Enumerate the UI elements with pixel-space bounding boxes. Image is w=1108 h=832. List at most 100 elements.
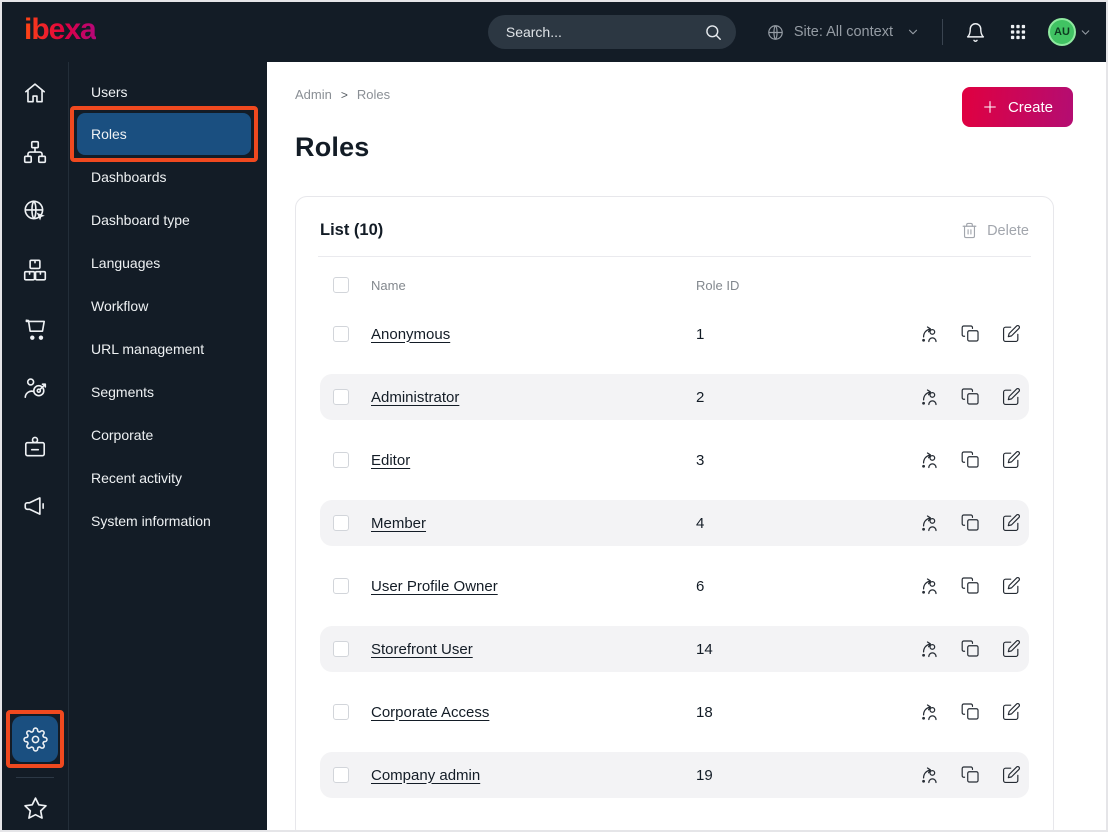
row-actions	[919, 765, 1023, 785]
breadcrumb-item[interactable]: Admin	[295, 87, 332, 102]
assign-users-button[interactable]	[919, 450, 939, 470]
sidebar-item-commerce[interactable]	[22, 316, 48, 342]
table-row: Corporate Access 18	[320, 689, 1029, 735]
assign-users-button[interactable]	[919, 324, 939, 344]
table-row: Administrator 2	[320, 374, 1029, 420]
breadcrumb-item[interactable]: Roles	[332, 87, 390, 102]
role-name-link[interactable]: Administrator	[371, 389, 696, 406]
row-checkbox[interactable]	[333, 704, 349, 720]
role-id-value: 6	[696, 577, 705, 595]
assign-user-icon	[919, 576, 939, 596]
role-name-link[interactable]: Storefront User	[371, 641, 696, 658]
notifications-bell-button[interactable]	[961, 18, 990, 47]
row-checkbox[interactable]	[333, 326, 349, 342]
sidebar-menu-item[interactable]: Workflow	[69, 284, 267, 327]
role-name-link[interactable]: Member	[371, 515, 696, 532]
role-name-link[interactable]: Editor	[371, 452, 696, 469]
sidebar-item-marketing[interactable]	[22, 493, 48, 519]
edit-role-button[interactable]	[1002, 387, 1021, 407]
copy-role-button[interactable]	[961, 387, 980, 407]
copy-icon	[961, 450, 980, 470]
avatar: AU	[1048, 18, 1076, 46]
table-row: User Profile Owner 6	[320, 563, 1029, 609]
main-content: AdminRoles Create Roles List (10) Delete	[267, 62, 1106, 830]
breadcrumb: AdminRoles	[295, 87, 1054, 102]
copy-role-button[interactable]	[961, 513, 980, 533]
assign-users-button[interactable]	[919, 639, 939, 659]
user-menu[interactable]: AU	[1048, 18, 1092, 46]
main-icon-rail	[2, 62, 69, 830]
row-checkbox[interactable]	[333, 641, 349, 657]
row-checkbox[interactable]	[333, 767, 349, 783]
assign-users-button[interactable]	[919, 576, 939, 596]
assign-users-button[interactable]	[919, 513, 939, 533]
assign-users-button[interactable]	[919, 702, 939, 722]
edit-role-button[interactable]	[1002, 450, 1021, 470]
sidebar-menu-item[interactable]: Segments	[69, 370, 267, 413]
sidebar-item-personalization[interactable]	[22, 375, 48, 401]
select-all-checkbox[interactable]	[333, 277, 349, 293]
edit-role-button[interactable]	[1002, 639, 1021, 659]
copy-icon	[961, 765, 980, 785]
role-id-value: 2	[696, 388, 705, 406]
copy-role-button[interactable]	[961, 450, 980, 470]
edit-role-button[interactable]	[1002, 513, 1021, 533]
edit-pencil-icon	[1002, 513, 1021, 533]
row-actions	[919, 450, 1023, 470]
search-input[interactable]	[487, 15, 736, 49]
site-context-label: Site: All context	[793, 24, 893, 40]
sidebar-menu-item[interactable]: Dashboard type	[69, 198, 267, 241]
roles-list-card: List (10) Delete Name Role ID Anonymous …	[295, 196, 1054, 830]
edit-role-button[interactable]	[1002, 576, 1021, 596]
copy-role-button[interactable]	[961, 639, 980, 659]
table-row: Company admin 19	[320, 752, 1029, 798]
copy-role-button[interactable]	[961, 324, 980, 344]
sidebar-item-site[interactable]	[22, 198, 48, 224]
assign-users-button[interactable]	[919, 765, 939, 785]
row-actions	[919, 639, 1023, 659]
assign-user-icon	[919, 702, 939, 722]
edit-role-button[interactable]	[1002, 765, 1021, 785]
table-row: Editor 3	[320, 437, 1029, 483]
table-row: Member 4	[320, 500, 1029, 546]
row-checkbox[interactable]	[333, 389, 349, 405]
sidebar-menu-item[interactable]: URL management	[69, 327, 267, 370]
app-switcher-button[interactable]	[1004, 18, 1032, 46]
edit-role-button[interactable]	[1002, 702, 1021, 722]
sidebar-menu-item[interactable]: Recent activity	[69, 456, 267, 499]
home-icon	[22, 80, 48, 106]
site-context-selector[interactable]: Site: All context	[766, 23, 920, 42]
copy-role-button[interactable]	[961, 702, 980, 722]
sidebar-item-products[interactable]	[22, 257, 48, 283]
row-actions	[919, 702, 1023, 722]
sidebar-item-home[interactable]	[22, 80, 48, 106]
app-window: ibexa Site: All context	[0, 0, 1108, 832]
role-name-link[interactable]: User Profile Owner	[371, 578, 696, 595]
assign-users-button[interactable]	[919, 387, 939, 407]
delete-button[interactable]: Delete	[961, 222, 1029, 239]
rail-divider	[16, 777, 54, 778]
sidebar-item-admin-settings[interactable]	[6, 710, 64, 768]
row-checkbox[interactable]	[333, 515, 349, 531]
role-name-link[interactable]: Corporate Access	[371, 704, 696, 721]
sidebar-menu-item[interactable]: Roles	[70, 106, 258, 162]
sidebar-menu-item[interactable]: Corporate	[69, 413, 267, 456]
role-name-link[interactable]: Anonymous	[371, 326, 696, 343]
row-actions	[919, 576, 1023, 596]
sidebar-menu-item[interactable]: Languages	[69, 241, 267, 284]
sidebar-item-corporate[interactable]	[22, 434, 48, 460]
edit-role-button[interactable]	[1002, 324, 1021, 344]
sidebar-menu-item[interactable]: Dashboards	[69, 155, 267, 198]
sidebar-menu-item[interactable]: Users	[69, 70, 267, 113]
search-icon[interactable]	[704, 23, 723, 42]
role-name-link[interactable]: Company admin	[371, 767, 696, 784]
create-button[interactable]: Create	[961, 87, 1073, 127]
role-id-value: 14	[696, 640, 713, 658]
sidebar-menu-item[interactable]: System information	[69, 499, 267, 542]
copy-role-button[interactable]	[961, 576, 980, 596]
copy-role-button[interactable]	[961, 765, 980, 785]
sidebar-item-content-structure[interactable]	[22, 139, 48, 165]
row-checkbox[interactable]	[333, 578, 349, 594]
row-checkbox[interactable]	[333, 452, 349, 468]
sidebar-item-favorites[interactable]	[22, 795, 49, 822]
